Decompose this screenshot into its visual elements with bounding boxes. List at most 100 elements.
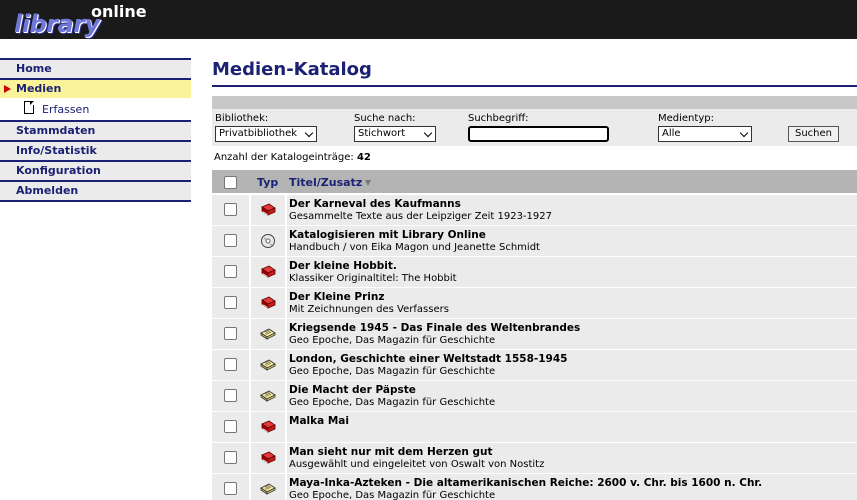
row-checkbox[interactable] [224, 420, 237, 433]
sidebar-item-abmelden[interactable]: Abmelden [0, 180, 191, 200]
sidebar-item-label: Info/Statistik [16, 144, 97, 157]
row-title[interactable]: Man sieht nur mit dem Herzen gut [289, 446, 492, 458]
table-row[interactable]: Katalogisieren mit Library Online Handbuc… [212, 226, 857, 257]
sidebar-item-konfiguration[interactable]: Konfiguration [0, 160, 191, 180]
row-title-cell[interactable]: London, Geschichte einer Weltstadt 1558-… [287, 350, 857, 380]
table-row[interactable]: Die Macht der Päpste Geo Epoche, Das Maga… [212, 381, 857, 412]
catalog-count-value: 42 [356, 152, 371, 163]
row-type-cell [251, 412, 285, 442]
table-row[interactable]: Der Karneval des Kaufmanns Gesammelte Tex… [212, 195, 857, 226]
table-row[interactable]: Kriegsende 1945 - Das Finale des Weltenb… [212, 319, 857, 350]
row-select-cell [212, 350, 249, 380]
logo-text-library: library [14, 10, 100, 38]
row-checkbox[interactable] [224, 203, 237, 216]
media-type-label: Medientyp: [658, 113, 714, 124]
table-row[interactable]: Maya-Inka-Azteken - Die altamerikanische… [212, 474, 857, 500]
select-all-checkbox[interactable] [224, 176, 237, 189]
row-type-cell [251, 350, 285, 380]
row-title[interactable]: Katalogisieren mit Library Online [289, 229, 486, 241]
table-row[interactable]: London, Geschichte einer Weltstadt 1558-… [212, 350, 857, 381]
row-select-cell [212, 412, 249, 442]
search-by-select[interactable]: Stichwort [354, 126, 436, 142]
row-checkbox[interactable] [224, 482, 237, 495]
sidebar-divider [0, 200, 191, 202]
row-title-cell[interactable]: Der kleine Hobbit. Klassiker Originaltite… [287, 257, 857, 287]
row-title-cell[interactable]: Die Macht der Päpste Geo Epoche, Das Maga… [287, 381, 857, 411]
media-type-select[interactable]: Alle [658, 126, 752, 142]
row-select-cell [212, 474, 249, 500]
row-subtitle: Geo Epoche, Das Magazin für Geschichte [289, 335, 496, 346]
row-select-cell [212, 288, 249, 318]
catalog-table: Typ Titel/Zusatz Der Karneval des Kaufma… [212, 170, 857, 500]
book-icon [260, 295, 276, 311]
sidebar-item-label: Konfiguration [16, 164, 101, 177]
toolbar-bar [212, 96, 857, 109]
row-title-cell[interactable]: Kriegsende 1945 - Das Finale des Weltenb… [287, 319, 857, 349]
row-title-cell[interactable]: Man sieht nur mit dem Herzen gut Ausgewäh… [287, 443, 857, 473]
sidebar-item-info-statistik[interactable]: Info/Statistik [0, 140, 191, 160]
chevron-down-icon [423, 128, 433, 138]
table-row[interactable]: Man sieht nur mit dem Herzen gut Ausgewäh… [212, 443, 857, 474]
sidebar-item-medien[interactable]: Medien [0, 78, 191, 98]
sort-desc-icon [365, 180, 372, 186]
row-select-cell [212, 257, 249, 287]
column-header-title[interactable]: Titel/Zusatz [289, 176, 372, 189]
row-checkbox[interactable] [224, 296, 237, 309]
search-form: Bibliothek: Privatbibliothek Suche nach:… [212, 109, 857, 146]
search-term-label: Suchbegriff: [468, 113, 529, 124]
sidebar-item-home[interactable]: Home [0, 58, 191, 78]
book-icon [260, 202, 276, 218]
row-checkbox[interactable] [224, 265, 237, 278]
sidebar-item-stammdaten[interactable]: Stammdaten [0, 120, 191, 140]
document-icon [24, 101, 34, 114]
search-by-label: Suche nach: [354, 113, 416, 124]
column-header-type[interactable]: Typ [257, 176, 278, 189]
row-title-cell[interactable]: Malka Mai [287, 412, 857, 442]
row-type-cell [251, 195, 285, 225]
table-row[interactable]: Der kleine Hobbit. Klassiker Originaltite… [212, 257, 857, 288]
active-arrow-icon [4, 85, 11, 93]
table-row[interactable]: Malka Mai [212, 412, 857, 443]
row-title-cell[interactable]: Katalogisieren mit Library Online Handbuc… [287, 226, 857, 256]
sidebar-nav: Home Medien Erfassen Stammdaten Info/Sta… [0, 58, 191, 202]
column-header-title-label: Titel/Zusatz [289, 176, 363, 189]
sidebar-item-label: Erfassen [42, 103, 90, 116]
magazine-icon [260, 481, 276, 497]
sidebar-item-label: Stammdaten [16, 124, 96, 137]
search-button[interactable]: Suchen [788, 126, 839, 142]
row-checkbox[interactable] [224, 234, 237, 247]
row-select-cell [212, 319, 249, 349]
row-title[interactable]: Der kleine Hobbit. [289, 260, 397, 272]
row-subtitle: Mit Zeichnungen des Verfassers [289, 304, 449, 315]
row-checkbox[interactable] [224, 451, 237, 464]
chevron-down-icon [739, 128, 749, 138]
table-row[interactable]: Der Kleine Prinz Mit Zeichnungen des Verf… [212, 288, 857, 319]
row-subtitle: Ausgewählt und eingeleitet von Oswalt vo… [289, 459, 545, 470]
library-online-logo[interactable]: library online [14, 2, 147, 38]
catalog-count: Anzahl der Katalogeinträge: 42 [214, 152, 371, 163]
sidebar-subitem-erfassen[interactable]: Erfassen [0, 98, 191, 120]
row-checkbox[interactable] [224, 327, 237, 340]
row-title[interactable]: Der Karneval des Kaufmanns [289, 198, 461, 210]
row-title[interactable]: Kriegsende 1945 - Das Finale des Weltenb… [289, 322, 580, 334]
row-title[interactable]: Die Macht der Päpste [289, 384, 416, 396]
chevron-down-icon [304, 128, 314, 138]
app-header: library online [0, 0, 857, 39]
table-header: Typ Titel/Zusatz [212, 170, 857, 195]
row-title[interactable]: Malka Mai [289, 415, 349, 427]
row-title[interactable]: Maya-Inka-Azteken - Die altamerikanische… [289, 477, 762, 489]
search-term-input[interactable] [468, 126, 609, 142]
row-title-cell[interactable]: Der Kleine Prinz Mit Zeichnungen des Verf… [287, 288, 857, 318]
library-select[interactable]: Privatbibliothek [215, 126, 317, 142]
title-divider [212, 85, 857, 87]
row-type-cell [251, 257, 285, 287]
row-title[interactable]: London, Geschichte einer Weltstadt 1558-… [289, 353, 567, 365]
row-checkbox[interactable] [224, 389, 237, 402]
row-title[interactable]: Der Kleine Prinz [289, 291, 384, 303]
row-select-cell [212, 381, 249, 411]
page-title: Medien-Katalog [212, 59, 372, 80]
row-title-cell[interactable]: Der Karneval des Kaufmanns Gesammelte Tex… [287, 195, 857, 225]
row-checkbox[interactable] [224, 358, 237, 371]
row-title-cell[interactable]: Maya-Inka-Azteken - Die altamerikanische… [287, 474, 857, 500]
row-type-cell [251, 226, 285, 256]
